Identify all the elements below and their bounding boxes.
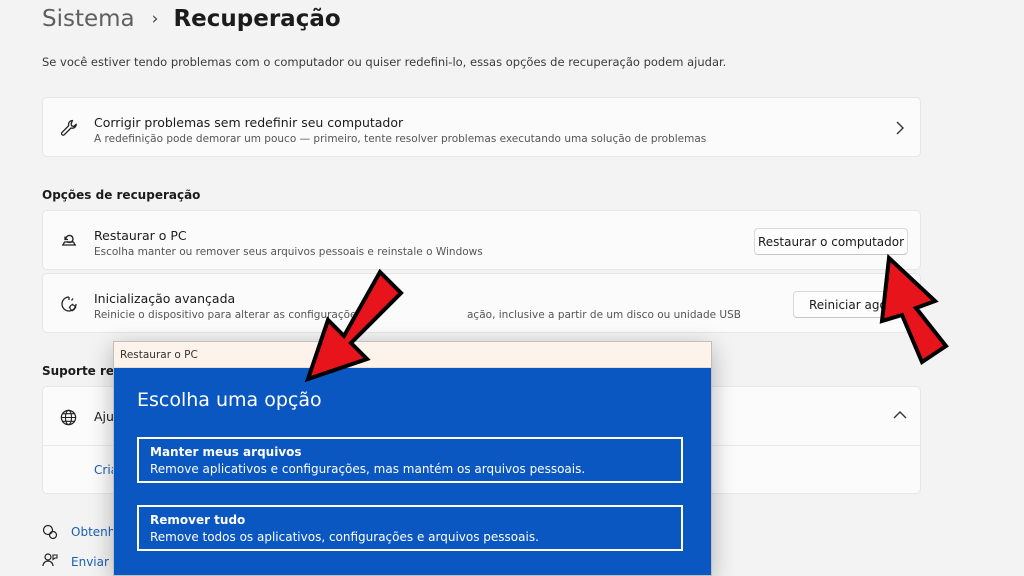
annotation-arrows	[304, 253, 949, 383]
red-arrow-down-icon	[304, 268, 404, 383]
red-arrow-up-icon	[879, 253, 949, 366]
